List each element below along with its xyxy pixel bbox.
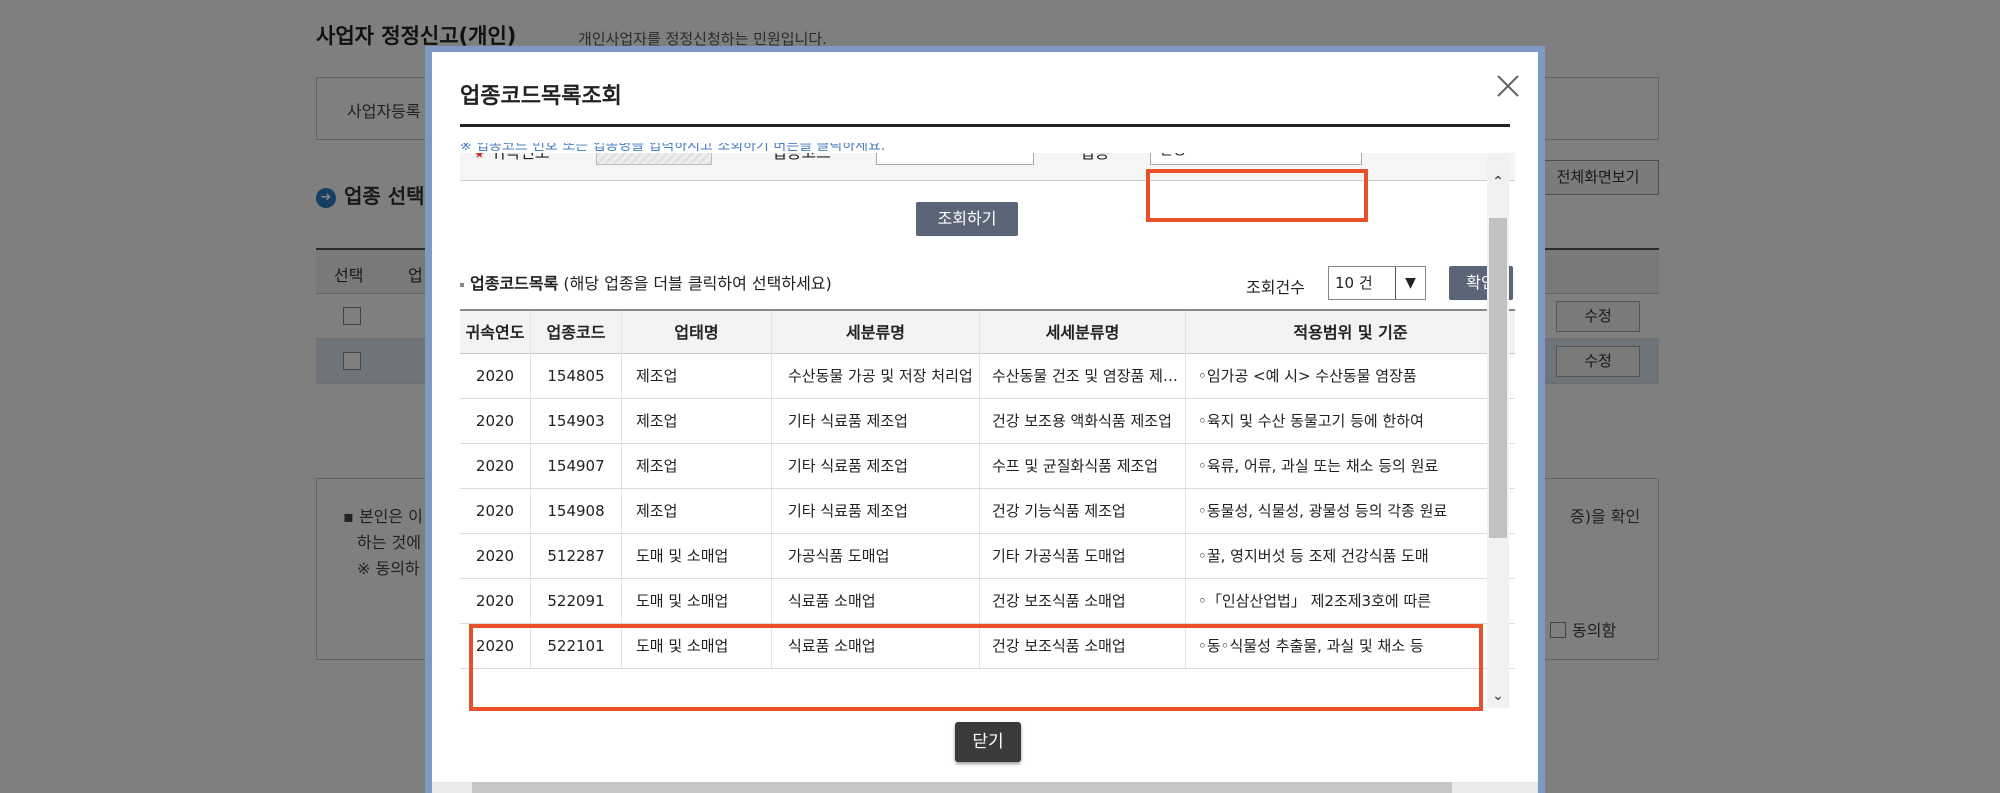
- cell-subclass: 식료품 소매업: [772, 579, 980, 623]
- cell-code: 154903: [531, 399, 622, 443]
- year-label: ★ 귀속연도: [474, 153, 550, 163]
- year-input: [596, 153, 712, 165]
- table-row[interactable]: 2020 154805 제조업 수산동물 가공 및 저장 처리업 수산동물 건조…: [460, 354, 1515, 399]
- header-business-type: 업태명: [622, 311, 772, 355]
- count-select-value: 10 건: [1335, 274, 1373, 292]
- cell-year: 2020: [460, 399, 531, 443]
- cell-subclass: 기타 식료품 제조업: [772, 399, 980, 443]
- cell-sub-subclass: 기타 가공식품 도매업: [980, 534, 1186, 578]
- scroll-up-icon[interactable]: ⌃: [1487, 169, 1509, 195]
- table-header-row: 귀속연도 업종코드 업태명 세분류명 세세분류명 적용범위 및 기준: [460, 309, 1515, 355]
- search-note: ※ 업종코드 번호 또는 업종명을 입력하시고 조회하기 버튼을 클릭하세요.: [460, 143, 886, 153]
- code-label: 업종코드: [772, 153, 831, 163]
- close-button[interactable]: 닫기: [955, 722, 1021, 762]
- list-title-bold: 업종코드목록: [470, 274, 559, 293]
- table-row[interactable]: 2020 522091 도매 및 소매업 식료품 소매업 건강 보조식품 소매업…: [460, 579, 1515, 624]
- cell-sub-subclass: 수프 및 균질화식품 제조업: [980, 444, 1186, 488]
- rows-highlight-box: [469, 624, 1483, 711]
- cell-business-type: 제조업: [622, 444, 772, 488]
- cell-business-type: 도매 및 소매업: [622, 534, 772, 578]
- cell-business-type: 제조업: [622, 399, 772, 443]
- cell-code: 154908: [531, 489, 622, 533]
- cell-scope: ◦육지 및 수산 동물고기 등에 한하여: [1198, 412, 1424, 430]
- search-highlight-box: [1146, 169, 1368, 222]
- header-year: 귀속연도: [460, 311, 531, 355]
- horizontal-scrollbar[interactable]: [432, 782, 1538, 793]
- header-subclass: 세분류명: [772, 311, 980, 355]
- header-scope: 적용범위 및 기준: [1293, 323, 1408, 342]
- cell-year: 2020: [460, 579, 531, 623]
- industry-name-label: 업종: [1080, 153, 1109, 163]
- search-button[interactable]: 조회하기: [916, 202, 1018, 236]
- code-input[interactable]: [876, 153, 1034, 165]
- count-label: 조회건수: [1246, 278, 1305, 297]
- scroll-down-icon[interactable]: ⌄: [1487, 683, 1509, 709]
- table-row[interactable]: 2020 154903 제조업 기타 식료품 제조업 건강 보조용 액화식품 제…: [460, 399, 1515, 444]
- cell-sub-subclass: 건강 기능식품 제조업: [980, 489, 1186, 533]
- cell-year: 2020: [460, 489, 531, 533]
- list-title-hint: (해당 업종을 더블 클릭하여 선택하세요): [563, 274, 832, 293]
- table-row[interactable]: 2020 154908 제조업 기타 식료품 제조업 건강 기능식품 제조업 ◦…: [460, 489, 1515, 534]
- cell-year: 2020: [460, 354, 531, 398]
- cell-scope: ◦육류, 어류, 과실 또는 채소 등의 원료: [1198, 457, 1439, 475]
- required-icon: ★: [474, 153, 485, 161]
- vertical-scrollbar[interactable]: ⌃ ⌄: [1487, 153, 1509, 708]
- cell-code: 154805: [531, 354, 622, 398]
- cell-business-type: 제조업: [622, 489, 772, 533]
- year-label-text: 귀속연도: [491, 153, 550, 162]
- close-icon[interactable]: [1494, 72, 1522, 100]
- modal-title: 업종코드목록조회: [460, 84, 622, 109]
- cell-sub-subclass: 건강 보조식품 소매업: [980, 579, 1186, 623]
- cell-sub-subclass: 수산동물 건조 및 염장품 제조업: [980, 354, 1186, 398]
- chevron-down-icon: ▼: [1395, 267, 1425, 299]
- header-sub-subclass: 세세분류명: [980, 311, 1186, 355]
- industry-code-table: 귀속연도 업종코드 업태명 세분류명 세세분류명 적용범위 및 기준 2020 …: [460, 309, 1515, 669]
- cell-subclass: 기타 식료품 제조업: [772, 489, 980, 533]
- list-title: 업종코드목록 (해당 업종을 더블 클릭하여 선택하세요): [460, 270, 832, 294]
- count-select[interactable]: 10 건 ▼: [1328, 266, 1426, 300]
- cell-subclass: 기타 식료품 제조업: [772, 444, 980, 488]
- industry-name-input[interactable]: [1150, 153, 1362, 165]
- title-divider: [460, 124, 1510, 127]
- cell-code: 154907: [531, 444, 622, 488]
- cell-business-type: 도매 및 소매업: [622, 579, 772, 623]
- table-row[interactable]: 2020 512287 도매 및 소매업 가공식품 도매업 기타 가공식품 도매…: [460, 534, 1515, 579]
- cell-subclass: 수산동물 가공 및 저장 처리업: [772, 354, 980, 398]
- cell-sub-subclass: 건강 보조용 액화식품 제조업: [980, 399, 1186, 443]
- scrollbar-thumb[interactable]: [1489, 218, 1507, 538]
- cell-scope: ◦꿀, 영지버섯 등 조제 건강식품 도매: [1198, 547, 1429, 565]
- horizontal-scrollbar-thumb[interactable]: [472, 782, 1452, 793]
- cell-business-type: 제조업: [622, 354, 772, 398]
- header-code: 업종코드: [531, 311, 622, 355]
- cell-code: 522091: [531, 579, 622, 623]
- cell-scope: ◦「인삼산업법」 제2조제3호에 따른: [1198, 592, 1432, 610]
- cell-year: 2020: [460, 444, 531, 488]
- cell-scope: ◦동물성, 식물성, 광물성 등의 각종 원료: [1198, 502, 1448, 520]
- bullet-icon: [460, 282, 464, 287]
- cell-subclass: 가공식품 도매업: [772, 534, 980, 578]
- cell-year: 2020: [460, 534, 531, 578]
- table-row[interactable]: 2020 154907 제조업 기타 식료품 제조업 수프 및 균질화식품 제조…: [460, 444, 1515, 489]
- cell-scope: ◦임가공 <예 시> 수산동물 염장품: [1198, 367, 1417, 385]
- cell-code: 512287: [531, 534, 622, 578]
